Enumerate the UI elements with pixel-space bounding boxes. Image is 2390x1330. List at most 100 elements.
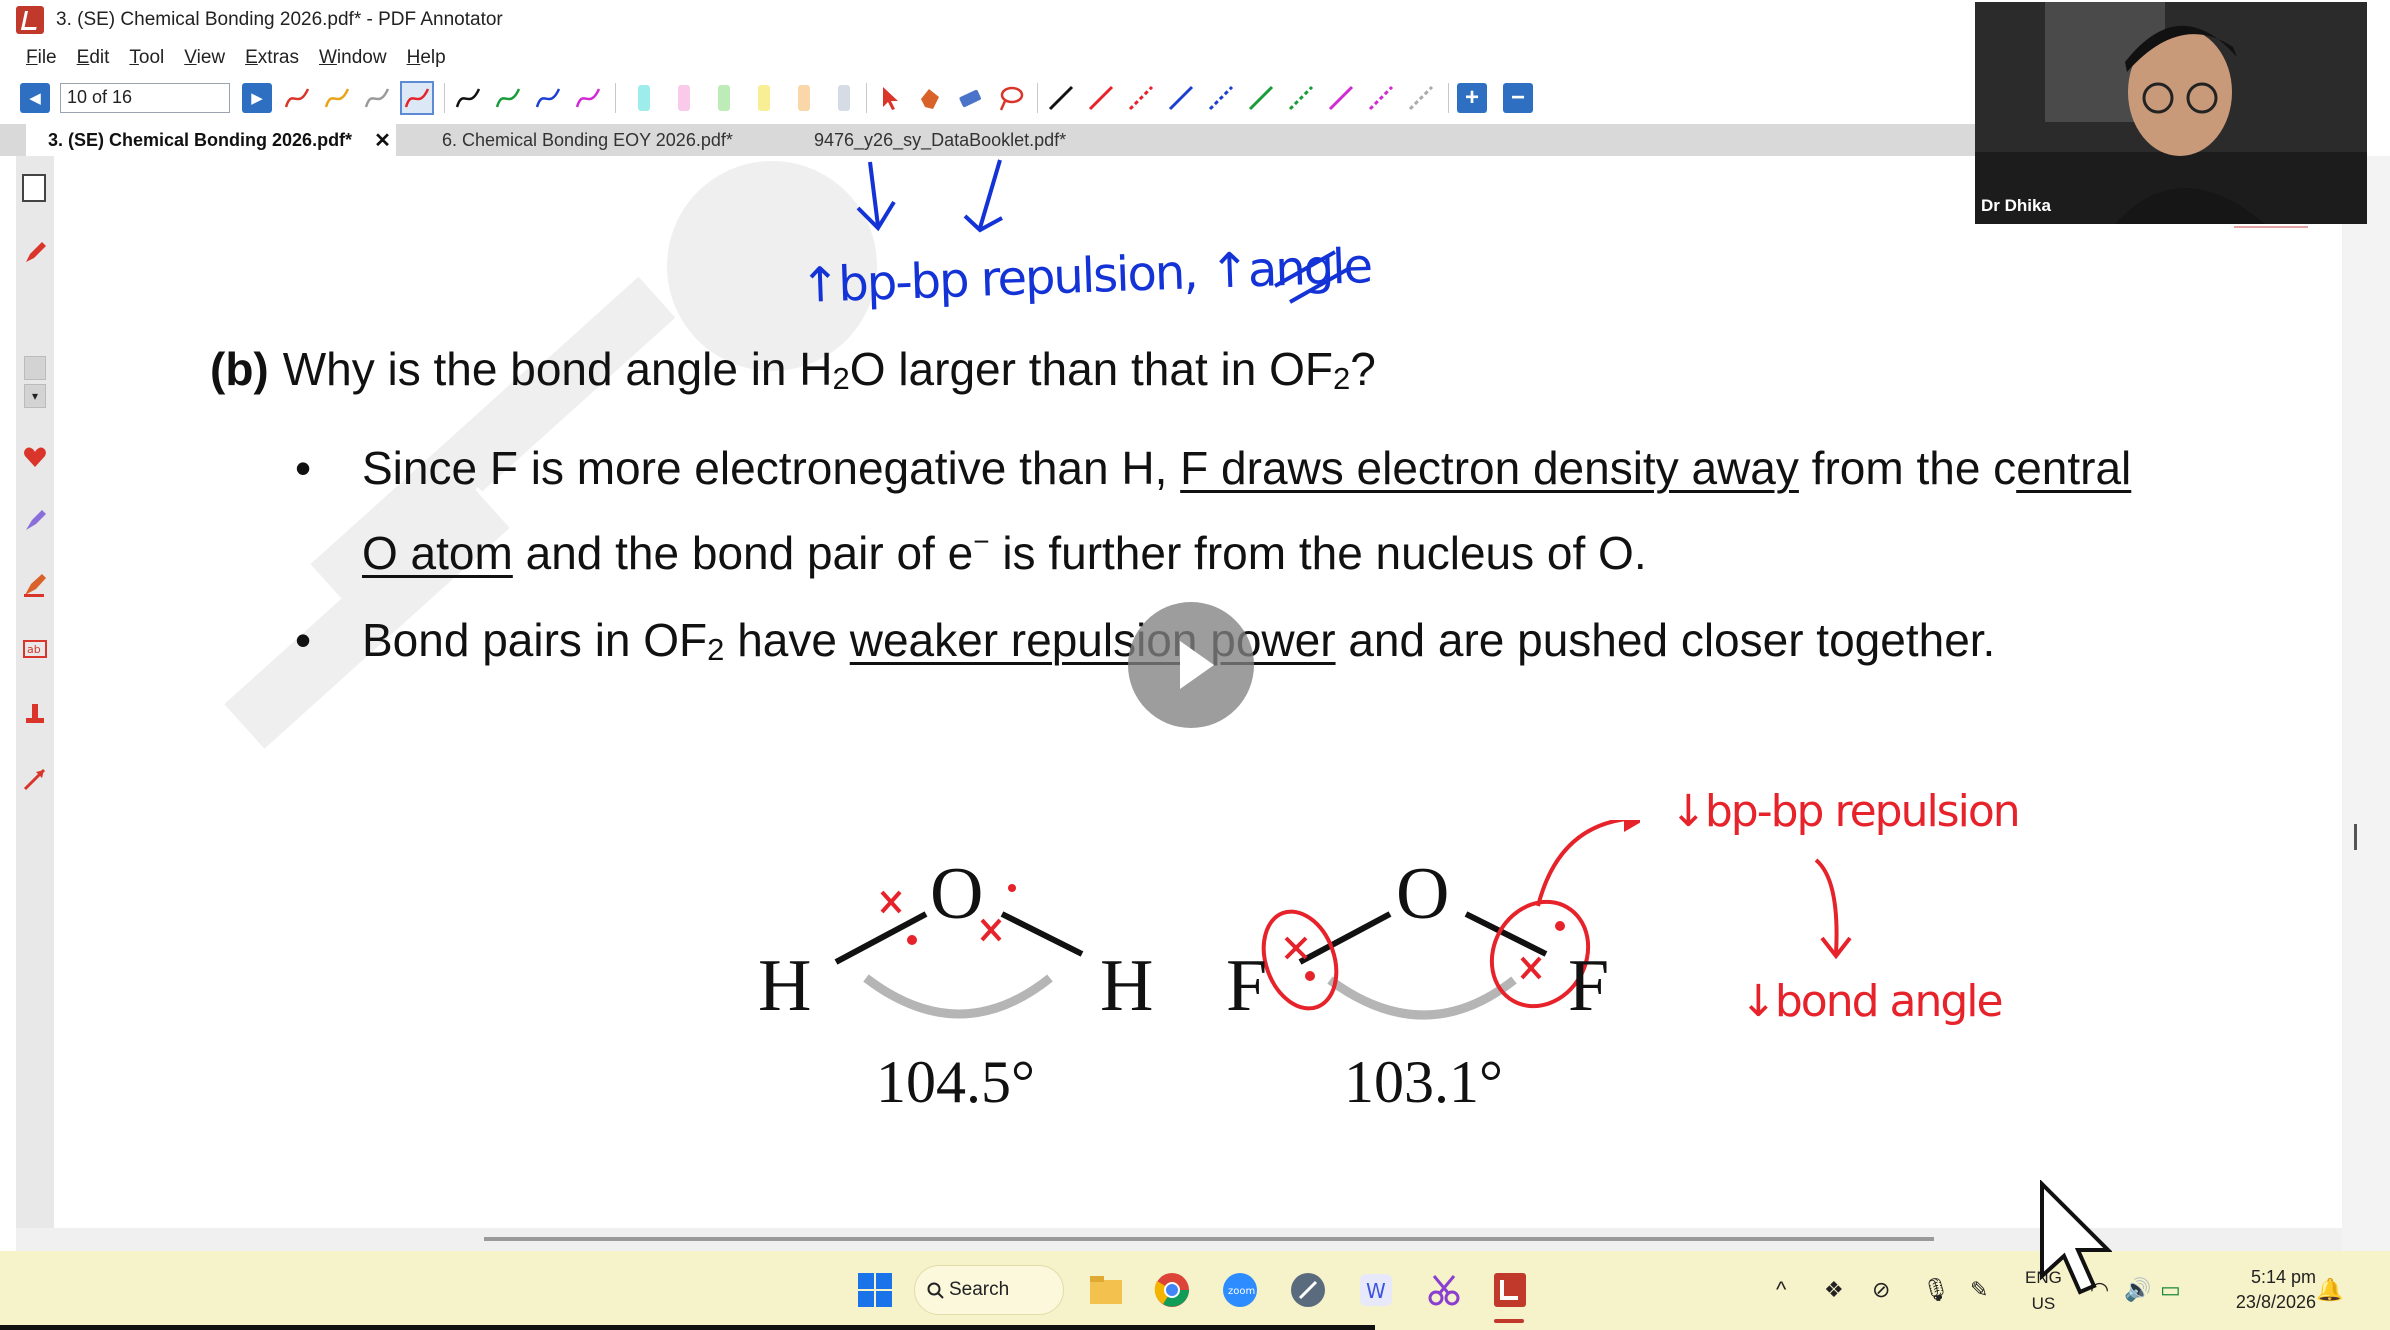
tab-label: 6. Chemical Bonding EOY 2026.pdf* <box>442 129 733 150</box>
webcam-video-panel: Dr Dhika <box>1975 2 2367 224</box>
atom-f-left: F <box>1226 945 1268 1027</box>
stamp-icon[interactable] <box>22 700 48 726</box>
atom-h-left: H <box>758 945 812 1027</box>
question-number: (b) <box>210 343 269 395</box>
volume-icon[interactable]: 🔊 <box>2124 1277 2151 1303</box>
dashed-line-tool-magenta[interactable] <box>1366 83 1396 113</box>
answer-bullet-1-line-2: O atom and the bond pair of e− is furthe… <box>362 526 1647 580</box>
text-box-icon[interactable]: ab <box>22 636 48 662</box>
previous-page-button[interactable]: ◀ <box>20 83 50 113</box>
menu-tool[interactable]: Tool <box>129 47 164 69</box>
red-down-arrow <box>1814 858 1852 960</box>
notification-bell-icon[interactable]: 🔔 <box>2316 1277 2343 1303</box>
pen-input-icon[interactable]: ✎ <box>1970 1277 1988 1303</box>
pdf-annotator-taskbar-icon[interactable] <box>1490 1270 1530 1310</box>
highlighter-green[interactable] <box>718 85 730 111</box>
zoom-icon[interactable]: zoom <box>1220 1270 1260 1310</box>
dashed-line-tool-blue[interactable] <box>1206 83 1236 113</box>
eraser-icon[interactable] <box>955 83 985 113</box>
toolbar-separator <box>1037 83 1038 113</box>
pen-tool-black[interactable] <box>453 83 483 113</box>
system-clock[interactable]: 5:14 pm 23/8/2026 <box>2206 1265 2316 1315</box>
menu-view[interactable]: View <box>184 47 225 69</box>
favorites-heart-icon[interactable] <box>22 444 48 470</box>
page-thumbnail-icon[interactable] <box>22 174 46 202</box>
file-explorer-icon[interactable] <box>1086 1270 1126 1310</box>
left-toolbox: ▾ ab <box>16 156 54 1251</box>
pen-tool-blue[interactable] <box>533 83 563 113</box>
marker-icon[interactable] <box>22 572 48 598</box>
dashed-line-tool-red[interactable] <box>1126 83 1156 113</box>
pen-tool-red-active[interactable] <box>400 81 434 115</box>
answer-bullet-1: • Since F is more electronegative than H… <box>295 442 2132 495</box>
line-tool-red[interactable] <box>1086 83 1116 113</box>
question-text: ? <box>1350 343 1376 395</box>
underlined-text: F draws electron density away <box>1180 442 1799 494</box>
tab-chemical-bonding-eoy[interactable]: 6. Chemical Bonding EOY 2026.pdf* <box>442 124 742 156</box>
windows-start-icon[interactable] <box>855 1270 895 1310</box>
dashed-line-tool-green[interactable] <box>1286 83 1316 113</box>
superscript: − <box>973 526 990 557</box>
show-hidden-icons-chevron-icon[interactable]: ^ <box>1776 1277 1786 1303</box>
taskbar-search[interactable]: Search <box>914 1265 1064 1315</box>
highlighter-pink[interactable] <box>678 85 690 111</box>
snipping-tool-icon[interactable] <box>1424 1270 1464 1310</box>
line-tool-blue[interactable] <box>1166 83 1196 113</box>
window-title: 3. (SE) Chemical Bonding 2026.pdf* - PDF… <box>56 9 503 30</box>
tab-chemical-bonding-se[interactable]: 3. (SE) Chemical Bonding 2026.pdf* ✕ <box>26 124 396 156</box>
menu-window[interactable]: Window <box>319 47 387 69</box>
pen-tool-red[interactable] <box>282 83 312 113</box>
highlighter-cyan[interactable] <box>638 85 650 111</box>
select-cursor-icon[interactable] <box>875 83 905 113</box>
system-app-icon[interactable] <box>1288 1270 1328 1310</box>
highlighter-pen-icon[interactable] <box>22 508 48 534</box>
dropbox-icon[interactable]: ❖ <box>1824 1277 1844 1303</box>
microphone-icon[interactable]: 🎙 <box>1922 1277 1950 1303</box>
pen-tool-grey[interactable] <box>362 83 392 113</box>
battery-icon[interactable]: ▭ <box>2160 1277 2181 1303</box>
zoom-in-button[interactable]: + <box>1457 83 1487 113</box>
arrow-tool-icon[interactable] <box>22 766 48 792</box>
pencil-icon[interactable] <box>22 240 48 266</box>
page-number-field[interactable]: 10 of 16 <box>60 83 230 113</box>
participant-name: Dr Dhika <box>1981 196 2051 215</box>
atom-o-of2: O <box>1396 853 1450 935</box>
search-icon <box>927 1282 944 1299</box>
handwritten-note-bond-angle: ↓bond angle <box>1740 976 2004 1027</box>
bullet-text: Bond pairs in OF <box>362 614 708 666</box>
highlighter-yellow[interactable] <box>758 85 770 111</box>
lasso-icon[interactable] <box>995 83 1025 113</box>
menu-edit[interactable]: Edit <box>77 47 110 69</box>
highlighter-orange[interactable] <box>798 85 810 111</box>
menu-file[interactable]: File <box>26 47 57 69</box>
dashed-line-tool-grey[interactable] <box>1406 83 1436 113</box>
panel-scroll-up[interactable] <box>24 356 46 380</box>
menu-help[interactable]: Help <box>407 47 446 69</box>
video-play-button[interactable] <box>1128 602 1254 728</box>
svg-text:ab: ab <box>27 643 41 656</box>
next-page-button[interactable]: ▶ <box>242 83 272 113</box>
water-bond-angle: 104.5° <box>876 1049 1035 1115</box>
line-tool-black[interactable] <box>1046 83 1076 113</box>
tab-data-booklet[interactable]: 9476_y26_sy_DataBooklet.pdf* <box>814 124 1104 156</box>
vertical-scroll-thumb[interactable] <box>2354 824 2357 850</box>
subscript: 2 <box>832 361 850 396</box>
line-tool-green[interactable] <box>1246 83 1276 113</box>
question-text: Why is the bond angle in H <box>282 343 833 395</box>
underlined-text: entral <box>2016 442 2132 494</box>
zoom-out-button[interactable]: − <box>1503 83 1533 113</box>
close-tab-icon[interactable]: ✕ <box>374 128 391 153</box>
pen-tool-magenta[interactable] <box>573 83 603 113</box>
highlighter-grey[interactable] <box>838 85 850 111</box>
pen-tool-green[interactable] <box>493 83 523 113</box>
chrome-icon[interactable] <box>1152 1270 1192 1310</box>
horizontal-scroll-thumb[interactable] <box>484 1237 1934 1241</box>
panel-dropdown-icon[interactable]: ▾ <box>24 384 46 408</box>
active-app-indicator <box>1494 1319 1524 1323</box>
writing-app-icon[interactable]: W <box>1356 1270 1396 1310</box>
hand-pan-icon[interactable] <box>915 83 945 113</box>
sync-off-icon[interactable]: ⊘ <box>1872 1277 1890 1303</box>
line-tool-magenta[interactable] <box>1326 83 1356 113</box>
pen-tool-orange[interactable] <box>322 83 352 113</box>
menu-extras[interactable]: Extras <box>245 47 299 69</box>
